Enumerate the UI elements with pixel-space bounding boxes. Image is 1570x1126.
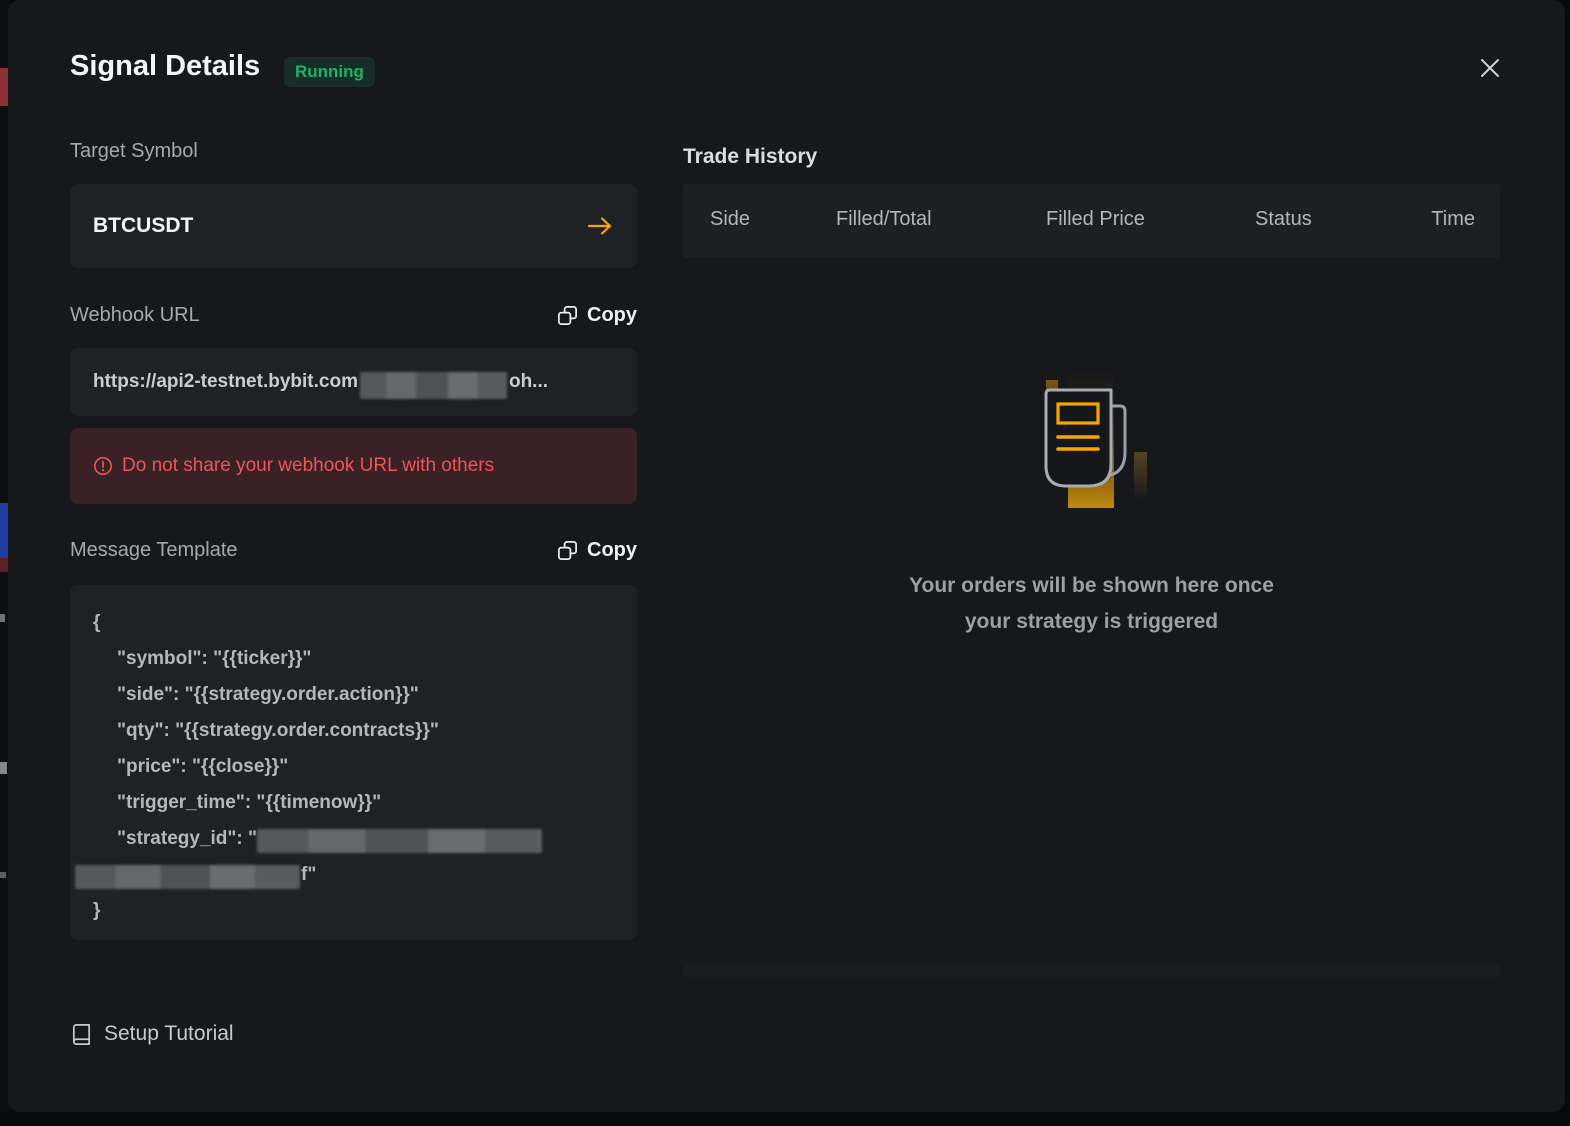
webhook-header-row: Webhook URL Copy: [70, 304, 637, 327]
signal-details-modal: Signal Details Running Target Symbol BTC…: [8, 0, 1565, 1112]
code-line: "qty": "{{strategy.order.contracts}}": [93, 713, 623, 749]
webhook-url-field[interactable]: https://api2-testnet.bybit.comoh...: [70, 348, 637, 416]
code-line-strategy-id-wrap: f": [93, 857, 623, 893]
setup-tutorial-label: Setup Tutorial: [104, 1022, 234, 1046]
target-symbol-field[interactable]: BTCUSDT: [70, 184, 637, 268]
background-bottom-sliver: [0, 1112, 1570, 1126]
background-fragment-text: [0, 762, 7, 774]
empty-state-text: Your orders will be shown here once your…: [683, 568, 1500, 640]
alert-circle-icon: [93, 456, 113, 476]
empty-state-line2: your strategy is triggered: [683, 604, 1500, 640]
webhook-warning-banner: Do not share your webhook URL with other…: [70, 428, 637, 504]
status-badge: Running: [284, 57, 375, 87]
redacted-url-segment: [360, 372, 507, 399]
background-fragment-text: [0, 614, 5, 622]
column-time: Time: [683, 208, 1475, 231]
background-fragment-text: [0, 872, 6, 878]
target-symbol-value: BTCUSDT: [93, 214, 586, 238]
empty-state-line1: Your orders will be shown here once: [683, 568, 1500, 604]
redacted-strategy-id-segment: [75, 865, 300, 889]
message-template-label: Message Template: [70, 539, 238, 562]
code-line: "price": "{{close}}": [93, 749, 623, 785]
code-line-strategy-id: "strategy_id": ": [93, 821, 623, 857]
target-symbol-label: Target Symbol: [70, 140, 198, 163]
webhook-copy-button[interactable]: Copy: [556, 304, 637, 327]
empty-orders-illustration: [1016, 356, 1166, 516]
copy-icon: [556, 304, 579, 327]
trade-history-footer-strip: [683, 963, 1500, 977]
close-icon: [1475, 53, 1505, 83]
close-button[interactable]: [1470, 48, 1510, 88]
message-template-code[interactable]: { "symbol": "{{ticker}}" "side": "{{stra…: [70, 585, 637, 940]
code-line: "symbol": "{{ticker}}": [93, 641, 623, 677]
arrow-right-icon: [586, 215, 614, 237]
trade-history-title: Trade History: [683, 145, 817, 169]
template-header-row: Message Template Copy: [70, 539, 637, 562]
webhook-copy-label: Copy: [587, 304, 637, 327]
book-icon: [70, 1023, 93, 1046]
code-line: "side": "{{strategy.order.action}}": [93, 677, 623, 713]
redacted-strategy-id-segment: [257, 829, 542, 853]
trade-history-header: Side Filled/Total Filled Price Status Ti…: [683, 184, 1500, 258]
webhook-url-label: Webhook URL: [70, 304, 200, 327]
modal-title: Signal Details: [70, 50, 260, 83]
webhook-url-value: https://api2-testnet.bybit.comoh...: [93, 371, 548, 393]
code-line: "trigger_time": "{{timenow}}": [93, 785, 623, 821]
webhook-warning-text: Do not share your webhook URL with other…: [122, 455, 494, 477]
code-line: }: [93, 893, 623, 929]
template-copy-button[interactable]: Copy: [556, 539, 637, 562]
setup-tutorial-link[interactable]: Setup Tutorial: [70, 1022, 234, 1046]
copy-icon: [556, 539, 579, 562]
code-line: {: [93, 605, 623, 641]
template-copy-label: Copy: [587, 539, 637, 562]
screen: Signal Details Running Target Symbol BTC…: [0, 0, 1570, 1126]
